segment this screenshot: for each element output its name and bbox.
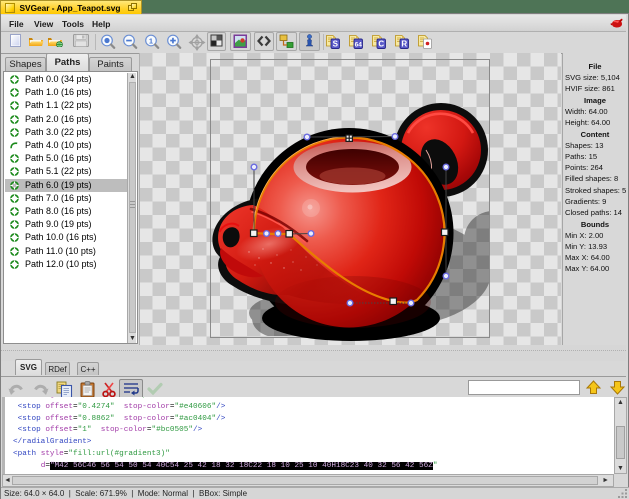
svg-text:64: 64	[355, 42, 363, 49]
svg-text:S: S	[333, 40, 339, 49]
svg-text:R: R	[401, 40, 407, 49]
svg-text:1: 1	[149, 36, 153, 45]
svg-text:C: C	[378, 40, 384, 49]
